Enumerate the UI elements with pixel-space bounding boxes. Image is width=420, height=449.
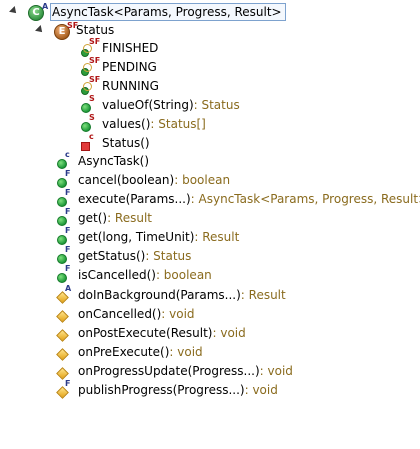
member-row[interactable]: F cancel(boolean) : boolean (56, 169, 231, 190)
member-return-type: : void (161, 307, 195, 321)
member-label: execute(Params...) (78, 192, 191, 206)
member-row[interactable]: F publishProgress(Progress...) : void (56, 379, 278, 400)
member-row[interactable]: A doInBackground(Params...) : Result (56, 284, 286, 305)
public-method-icon: S (80, 94, 98, 114)
enum-constant-label: PENDING (102, 60, 157, 74)
enum-constant-icon: SF (80, 75, 100, 95)
enum-constant-label: RUNNING (102, 79, 159, 93)
private-method-icon: c (80, 132, 98, 152)
member-label: onPostExecute(Result) (78, 326, 213, 340)
enum-constant-label: FINISHED (102, 41, 159, 55)
member-row[interactable]: onPostExecute(Result) : void (56, 324, 246, 343)
member-row[interactable]: onPreExecute() : void (56, 343, 203, 362)
member-return-type: : void (259, 364, 293, 378)
expand-arrow-icon[interactable] (9, 6, 19, 16)
method-label: Status() (102, 136, 150, 150)
member-return-type: : Result (107, 211, 153, 225)
method-label: values() (102, 117, 151, 131)
member-return-type: : boolean (155, 268, 212, 282)
member-row[interactable]: F get(long, TimeUnit) : Result (56, 226, 240, 247)
protected-method-icon: A (56, 284, 74, 304)
protected-method-icon (56, 364, 74, 380)
public-method-icon: F (56, 226, 74, 246)
public-method-icon: F (56, 188, 74, 208)
method-return-type: : Status (193, 98, 240, 112)
member-row[interactable]: onCancelled() : void (56, 305, 195, 324)
enum-method-row[interactable]: S values() : Status[] (80, 113, 206, 134)
outline-tree: C A AsyncTask<Params, Progress, Result> … (0, 0, 420, 449)
member-return-type: : void (169, 345, 203, 359)
public-method-icon: S (80, 113, 98, 133)
public-method-icon: F (56, 207, 74, 227)
member-label: get(long, TimeUnit) (78, 230, 195, 244)
public-method-icon: F (56, 245, 74, 265)
protected-method-icon (56, 326, 74, 342)
member-row[interactable]: onProgressUpdate(Progress...) : void (56, 362, 293, 381)
enum-method-row[interactable]: c Status() (80, 132, 150, 153)
expand-arrow-icon[interactable] (35, 25, 45, 35)
member-row[interactable]: F execute(Params...) : AsyncTask<Params,… (56, 188, 420, 209)
member-label: getStatus() (78, 249, 146, 263)
tree-node-root[interactable]: C A AsyncTask<Params, Progress, Result> (9, 2, 286, 21)
public-method-icon: F (56, 264, 74, 284)
member-row[interactable]: F isCancelled() : boolean (56, 264, 212, 285)
member-return-type: : AsyncTask<Params, Progress, Result> (190, 192, 420, 206)
method-return-type: : Status[] (150, 117, 206, 131)
member-label: publishProgress(Progress...) (78, 383, 245, 397)
member-label: isCancelled() (78, 268, 156, 282)
protected-method-icon (56, 307, 74, 323)
enum-constant-icon: SF (80, 37, 100, 57)
tree-node-status-enum[interactable]: E SF Status (35, 21, 114, 40)
root-label: AsyncTask<Params, Progress, Result> (50, 2, 286, 21)
member-label: doInBackground(Params...) (78, 288, 241, 302)
member-return-type: : void (244, 383, 278, 397)
member-return-type: : void (212, 326, 246, 340)
protected-method-icon (56, 345, 74, 361)
enum-icon: E SF (54, 21, 78, 40)
member-return-type: : Status (145, 249, 192, 263)
member-label: cancel(boolean) (78, 173, 175, 187)
member-label: onProgressUpdate(Progress...) (78, 364, 260, 378)
member-label: onPreExecute() (78, 345, 170, 359)
method-label: valueOf(String) (102, 98, 194, 112)
enum-constant-icon: SF (80, 56, 100, 76)
protected-method-icon: F (56, 379, 74, 399)
enum-method-row[interactable]: S valueOf(String) : Status (80, 94, 240, 115)
member-return-type: : Result (240, 288, 286, 302)
member-return-type: : Result (194, 230, 240, 244)
member-row[interactable]: F getStatus() : Status (56, 245, 192, 266)
member-return-type: : boolean (174, 173, 231, 187)
member-label: AsyncTask() (78, 154, 150, 168)
member-label: get() (78, 211, 108, 225)
public-method-icon: c (56, 150, 74, 170)
class-icon: C A (28, 2, 48, 21)
public-method-icon: F (56, 169, 74, 189)
member-label: onCancelled() (78, 307, 162, 321)
